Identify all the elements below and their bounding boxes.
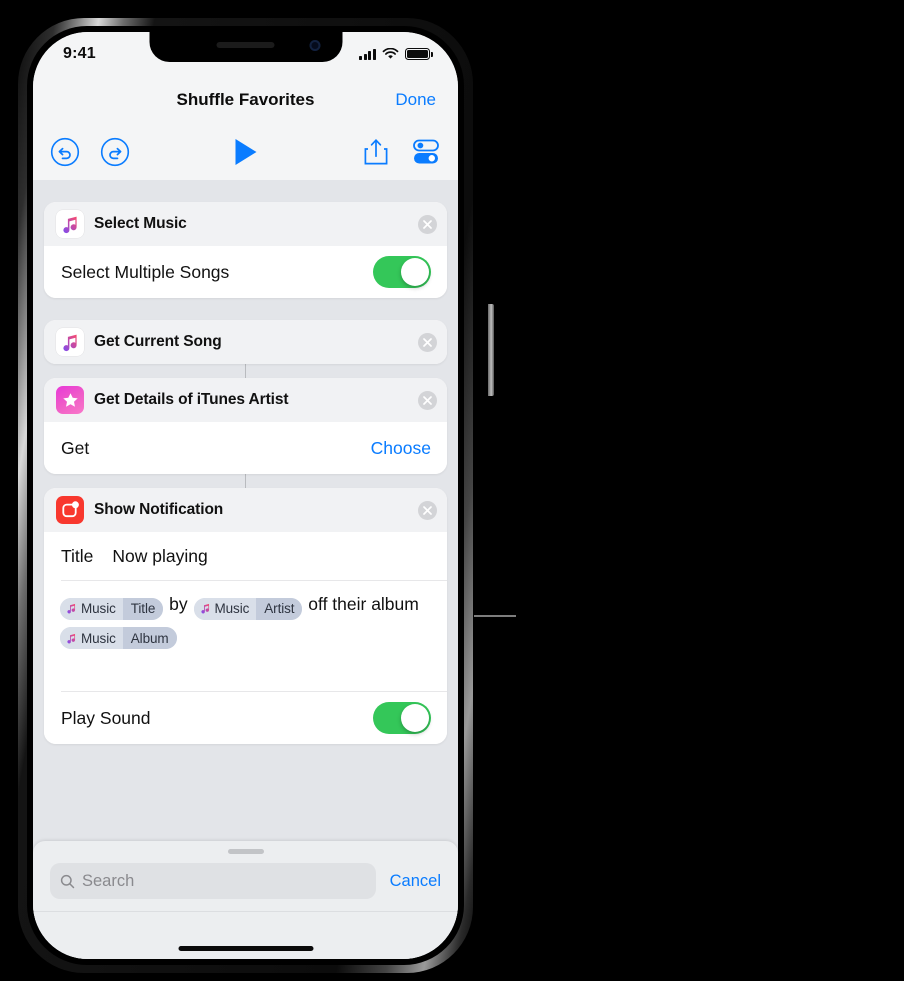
action-card-get-current-song[interactable]: Get Current Song (44, 320, 447, 364)
row-label: Get (61, 437, 90, 458)
token-property-label: Title (130, 601, 156, 616)
token-source: Music (60, 597, 123, 620)
share-icon[interactable] (363, 137, 389, 167)
token-source-label: Music (214, 601, 250, 616)
notification-title-row[interactable]: Title Now playing (44, 532, 447, 580)
action-header[interactable]: Get Details of iTunes Artist (44, 378, 447, 422)
play-icon[interactable] (235, 138, 256, 165)
music-note-small-icon (200, 603, 209, 614)
list-bottom-spacer (33, 744, 458, 766)
action-row-play-sound[interactable]: Play Sound (44, 692, 447, 744)
close-circle-icon[interactable] (418, 500, 437, 520)
action-title: Get Current Song (94, 333, 222, 350)
title-field-label: Title (61, 545, 94, 566)
action-card-select-music[interactable]: Select Music Select Multiple Songs (44, 202, 447, 298)
row-label: Select Multiple Songs (61, 261, 230, 282)
navigation-bar: Shuffle Favorites Done (33, 76, 458, 123)
magnifier-icon (60, 874, 75, 888)
undo-icon[interactable] (50, 137, 80, 167)
cancel-button[interactable]: Cancel (390, 872, 441, 891)
token-source-label: Music (81, 601, 116, 616)
close-circle-icon[interactable] (418, 332, 437, 352)
variable-token-music-album[interactable]: Music Album (60, 627, 177, 649)
token-property: Title (122, 597, 164, 620)
variable-token-music-title[interactable]: Music Title (60, 597, 164, 620)
token-property-label: Artist (264, 601, 295, 616)
page-title: Shuffle Favorites (176, 89, 315, 109)
token-property-label: Album (130, 630, 169, 646)
card-spacer (33, 298, 458, 320)
editor-toolbar (33, 123, 458, 180)
notification-message-field[interactable]: Music Title by Music Artist off their al… (44, 581, 447, 691)
notification-badge-icon (56, 496, 84, 524)
sheet-separator (33, 911, 458, 912)
action-row-select-multiple-songs[interactable]: Select Multiple Songs (44, 246, 447, 298)
settings-toggles-icon[interactable] (411, 138, 441, 166)
choose-button[interactable]: Choose (371, 438, 431, 459)
row-label: Play Sound (61, 707, 151, 728)
token-property: Album (122, 627, 177, 649)
token-source: Music (60, 627, 123, 649)
cellular-bars-icon (359, 48, 376, 60)
redo-icon[interactable] (100, 137, 130, 167)
music-note-icon (56, 210, 84, 238)
music-note-small-icon (67, 603, 76, 614)
message-text-by: by (164, 594, 193, 614)
power-button[interactable] (488, 304, 494, 396)
action-title: Select Music (94, 215, 187, 232)
close-circle-icon[interactable] (418, 390, 437, 410)
action-title: Show Notification (94, 501, 224, 518)
battery-icon (405, 48, 433, 60)
action-header[interactable]: Select Music (44, 202, 447, 246)
action-header[interactable]: Get Current Song (44, 320, 447, 364)
action-connector-line (33, 364, 458, 378)
token-source: Music (193, 597, 257, 620)
search-input[interactable]: Search (50, 863, 376, 899)
status-bar-time: 9:41 (63, 45, 96, 62)
music-note-small-icon (67, 633, 76, 643)
action-header[interactable]: Show Notification (44, 488, 447, 532)
display-notch (149, 32, 342, 62)
action-title: Get Details of iTunes Artist (94, 391, 289, 408)
done-button[interactable]: Done (395, 90, 436, 110)
home-indicator[interactable] (178, 946, 313, 951)
earpiece-speaker (216, 42, 275, 48)
action-card-get-details-itunes-artist[interactable]: Get Details of iTunes Artist Get Choose (44, 378, 447, 474)
message-text-off-their-album: off their album (303, 594, 419, 614)
title-field-value[interactable]: Now playing (112, 546, 207, 567)
list-top-spacer (33, 180, 458, 202)
front-camera (309, 40, 320, 51)
phone-screen: 9:41 Shuffle Favorites Done Select Music… (33, 32, 458, 959)
close-circle-icon[interactable] (418, 214, 437, 234)
token-source-label: Music (81, 630, 116, 646)
star-icon (56, 386, 84, 414)
music-note-icon (56, 328, 84, 356)
action-connector-line (33, 474, 458, 488)
action-card-show-notification[interactable]: Show Notification Title Now playing Musi… (44, 488, 447, 744)
search-bottom-sheet[interactable]: Search Cancel (33, 841, 458, 959)
select-multiple-songs-toggle[interactable] (373, 256, 431, 288)
variable-token-music-artist[interactable]: Music Artist (193, 597, 303, 620)
search-placeholder: Search (82, 871, 135, 890)
token-property: Artist (256, 597, 303, 620)
play-sound-toggle[interactable] (373, 702, 431, 734)
status-bar-indicators (359, 48, 433, 60)
wifi-icon (382, 48, 399, 59)
action-row-get[interactable]: Get Choose (44, 422, 447, 474)
screenshot-stage: 9:41 Shuffle Favorites Done Select Music… (0, 0, 904, 981)
